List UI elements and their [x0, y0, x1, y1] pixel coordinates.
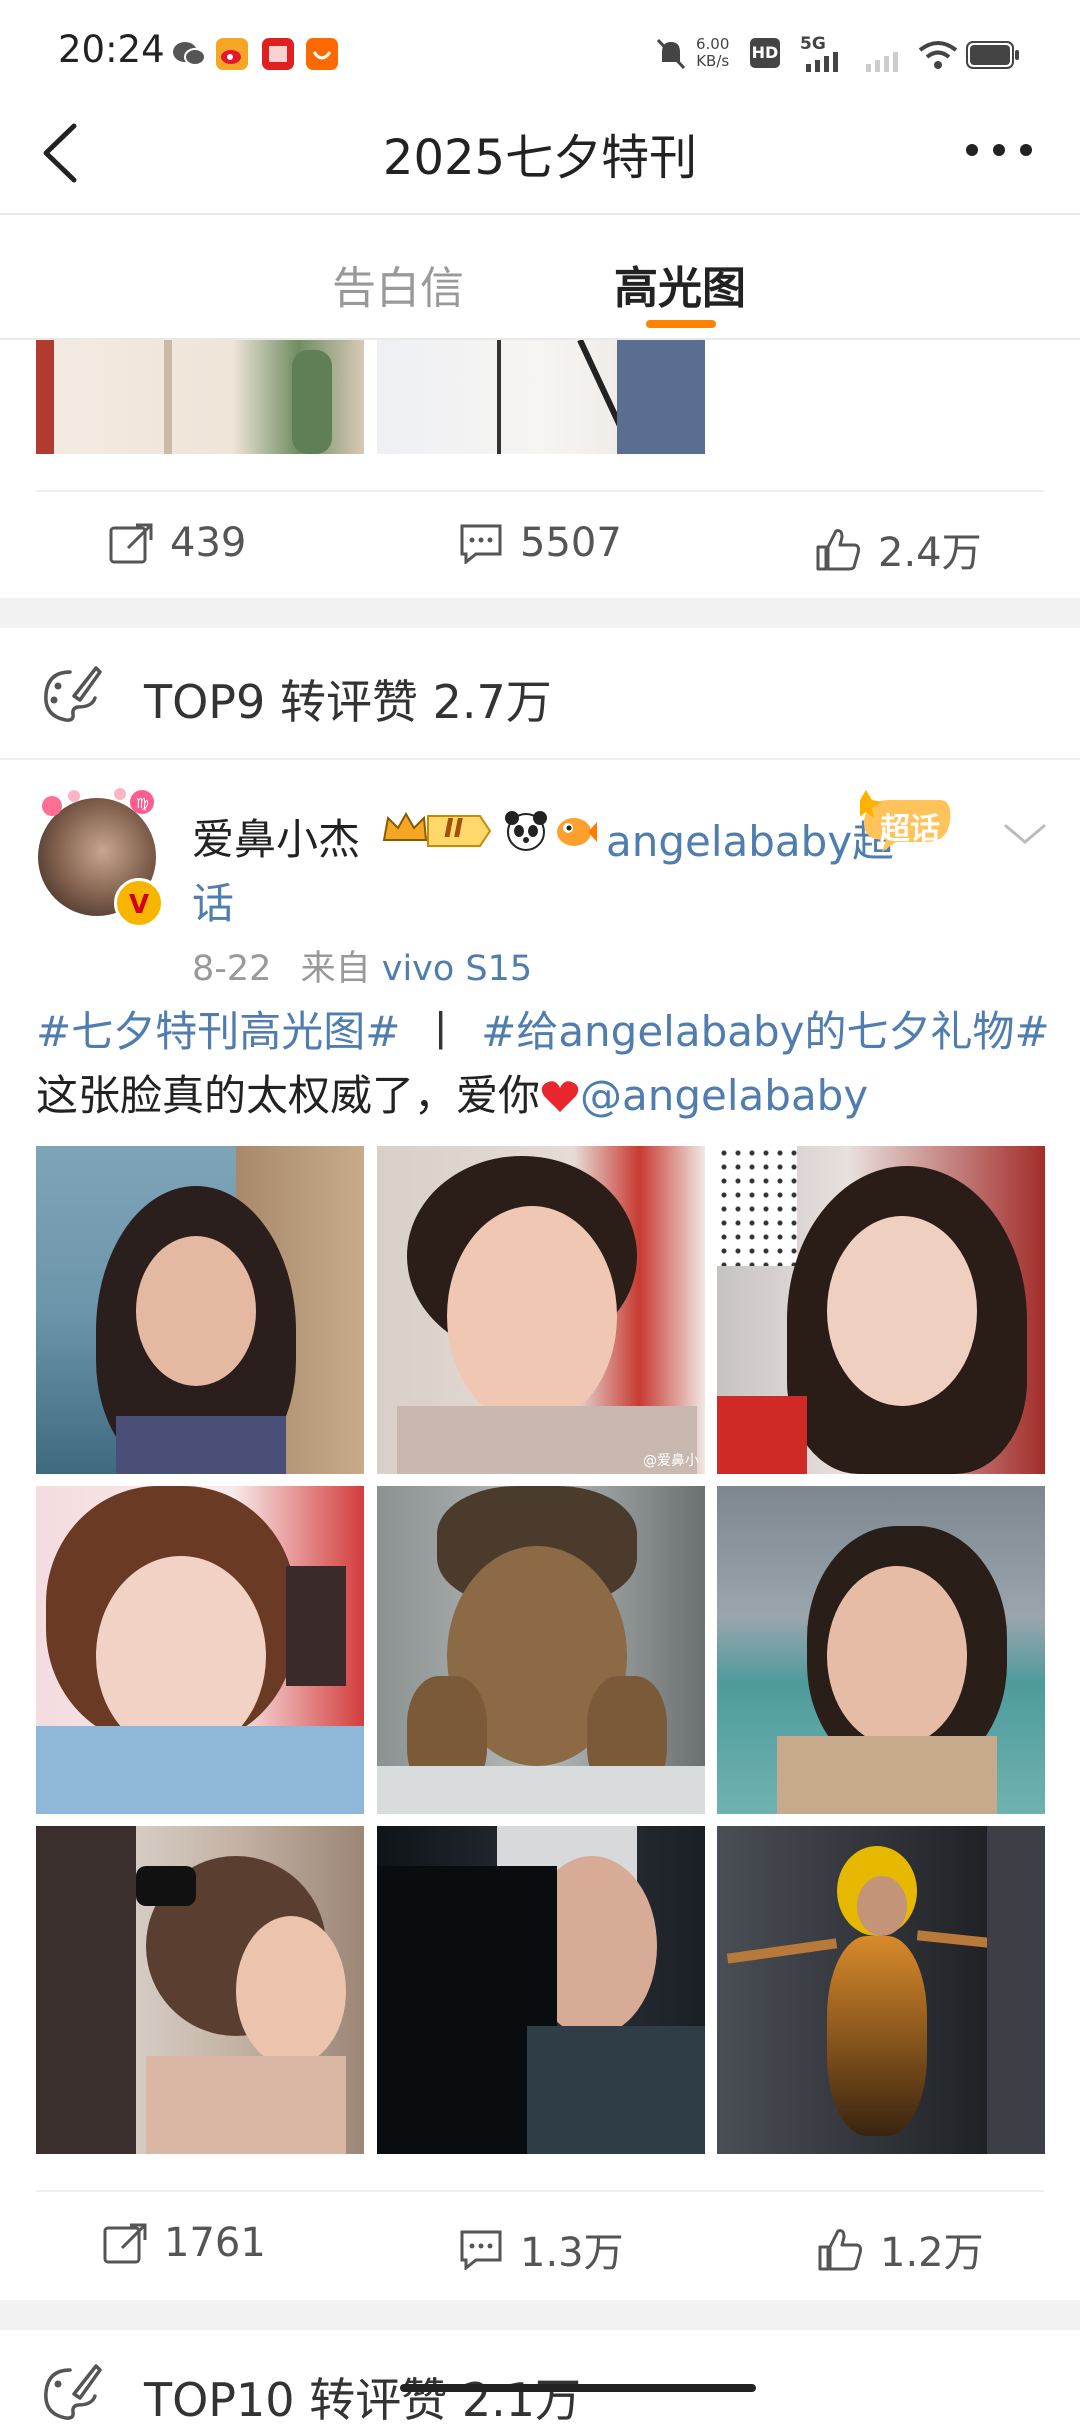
palette-brush-icon — [44, 666, 102, 722]
hashtag-link[interactable]: #七夕特刊高光图# — [36, 1007, 400, 1056]
signal-icon — [806, 52, 838, 72]
post-meta: 8-22 来自 vivo S15 — [192, 940, 532, 991]
grid-image-5[interactable] — [377, 1486, 705, 1814]
grid-image-8[interactable] — [377, 1826, 705, 2154]
nav-bar: 2025七夕特刊 — [0, 96, 1080, 214]
watermark-text: @爱鼻小 — [643, 1453, 699, 1469]
like-count: 1.2万 — [880, 2230, 984, 2276]
grid-image-6[interactable] — [717, 1486, 1045, 1814]
repost-button[interactable]: 439 — [108, 520, 246, 566]
wifi-icon — [918, 41, 958, 69]
wechat-icon — [173, 42, 206, 66]
fish-emoji-icon — [557, 818, 597, 846]
like-button[interactable]: 2.4万 — [814, 520, 982, 578]
super-topic-link-cont[interactable]: 话 — [192, 870, 234, 931]
grid-image-7[interactable] — [36, 1826, 364, 2154]
divider — [0, 758, 1080, 760]
palette-brush-icon — [44, 2364, 102, 2420]
heart-emoji-icon — [541, 1081, 579, 1112]
rank-header: TOP9 转评赞 2.7万 — [144, 666, 552, 732]
post-date: 8-22 — [192, 949, 272, 989]
chevron-down-icon[interactable] — [1000, 818, 1050, 848]
divider — [36, 490, 1044, 492]
tab-confession-letter[interactable]: 告白信 — [332, 252, 464, 316]
home-indicator[interactable] — [400, 2384, 756, 2392]
avatar-frame-decoration: ♍ — [42, 788, 154, 816]
net-speed: 6.00 KB/s — [696, 35, 730, 70]
rank-metric-label: 转评赞 — [309, 2373, 448, 2427]
comment-button[interactable]: 5507 — [458, 520, 622, 566]
grid-image-2[interactable]: @爱鼻小 — [377, 1146, 705, 1474]
divider — [0, 213, 1080, 215]
grid-image-3[interactable] — [717, 1146, 1045, 1474]
rank-label: TOP9 — [144, 675, 266, 729]
more-options-icon[interactable] — [964, 140, 1034, 160]
repost-count: 1761 — [164, 2220, 266, 2266]
verified-badge-icon: V — [114, 878, 164, 928]
super-topic-badge: 超话 — [860, 790, 954, 856]
username[interactable]: 爱鼻小杰 — [192, 806, 360, 867]
comment-count: 1.3万 — [520, 2230, 624, 2276]
repost-button[interactable]: 1761 — [102, 2220, 266, 2266]
battery-icon — [966, 41, 1019, 69]
rank-metric-value: 2.7万 — [432, 675, 552, 729]
post-image[interactable] — [377, 340, 705, 454]
tab-highlight-images[interactable]: 高光图 — [614, 252, 746, 316]
post-source-prefix: 来自 — [300, 949, 371, 989]
rank-metric-value: 2.1万 — [461, 2373, 581, 2427]
comment-count: 5507 — [520, 520, 622, 566]
active-tab-indicator — [646, 320, 716, 328]
thumbs-up-icon — [818, 2229, 862, 2271]
mute-bell-icon — [656, 38, 686, 70]
rank-metric-label: 转评赞 — [279, 675, 418, 729]
repost-icon — [109, 523, 153, 564]
comment-icon — [460, 2230, 502, 2270]
grid-image-9[interactable] — [717, 1826, 1045, 2154]
super-topic-link[interactable]: angelababy超 — [606, 808, 894, 869]
page-title: 2025七夕特刊 — [382, 130, 698, 186]
repost-icon — [103, 2223, 147, 2264]
divider — [36, 2190, 1044, 2192]
section-gap — [0, 2300, 1080, 2330]
shopping-app-icon — [306, 38, 338, 70]
section-gap — [0, 598, 1080, 628]
svg-text:V: V — [129, 890, 149, 920]
signal-2-icon — [866, 52, 898, 72]
post-body-text: 这张脸真的太权威了，爱你 — [36, 1071, 541, 1120]
hd-icon: HD — [750, 38, 780, 68]
rank-label: TOP10 — [144, 2373, 295, 2427]
status-time: 20:24 — [58, 28, 165, 71]
grid-image-4[interactable] — [36, 1486, 364, 1814]
repost-count: 439 — [170, 520, 247, 566]
hashtag-link[interactable]: #给angelababy的七夕礼物# — [481, 1007, 1050, 1056]
comment-icon — [460, 524, 502, 564]
panda-icon — [505, 811, 547, 851]
like-button[interactable]: 1.2万 — [816, 2220, 984, 2278]
mention-link[interactable]: @angelababy — [580, 1071, 868, 1120]
grid-image-1[interactable] — [36, 1146, 364, 1474]
thumbs-up-icon — [816, 529, 860, 571]
comment-button[interactable]: 1.3万 — [458, 2220, 624, 2278]
svg-text:♍: ♍ — [136, 796, 149, 812]
post-image[interactable] — [36, 340, 364, 454]
weibo-app-icon — [216, 38, 248, 70]
news-app-icon — [262, 38, 294, 70]
member-crown-badge: II — [382, 810, 494, 852]
status-bar: 20:24 6.00 KB/s HD 5G — [0, 0, 1080, 96]
like-count: 2.4万 — [878, 530, 982, 576]
rank-header: TOP10 转评赞 2.1万 — [144, 2364, 581, 2430]
post-text: #七夕特刊高光图# 丨 #给angelababy的七夕礼物# 这张脸真的太权威了… — [36, 1007, 1050, 1120]
post-source[interactable]: vivo S15 — [382, 949, 532, 989]
